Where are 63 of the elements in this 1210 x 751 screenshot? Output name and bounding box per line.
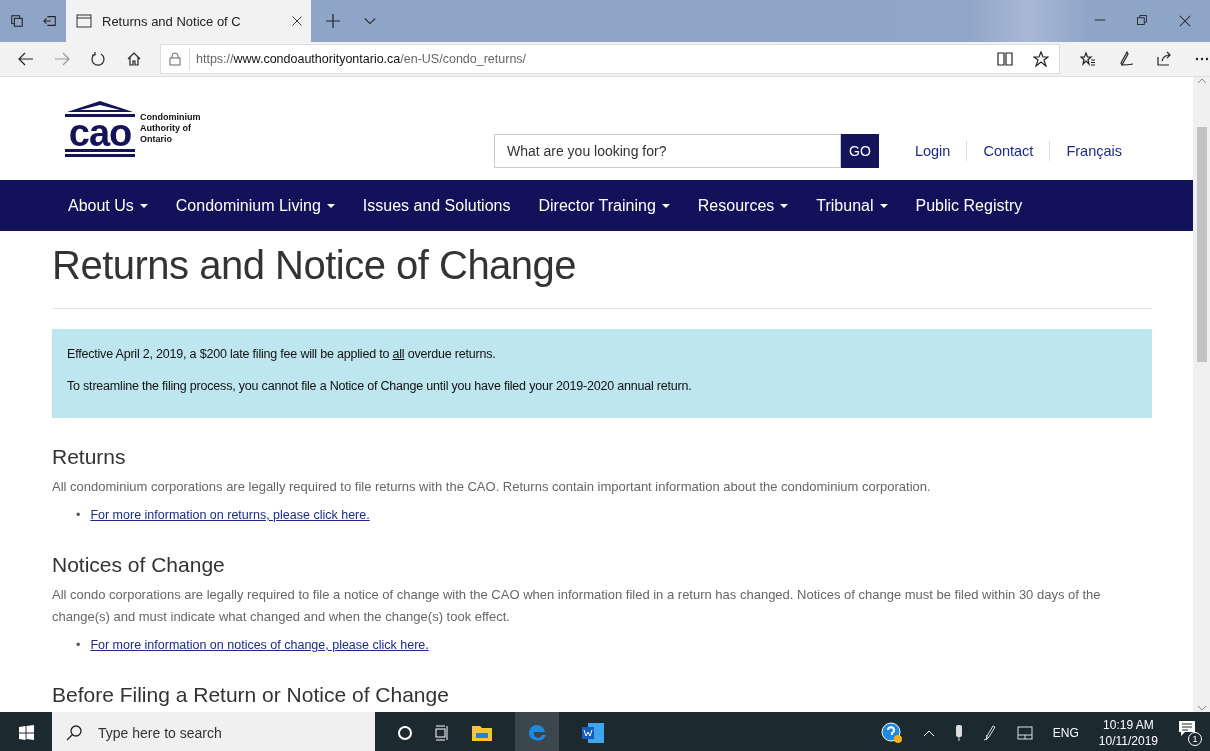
nav-item[interactable]: Resources	[697, 196, 789, 215]
notification-button[interactable]: 1	[1178, 719, 1202, 746]
help-icon[interactable]	[880, 721, 903, 744]
notice-text: To streamline the filing process, you cannot file a Notice of Change until you have filed your 2019-2020 annual return.	[67, 379, 693, 393]
page-title: Returns and Notice of Change	[52, 242, 578, 289]
new-tab-icon[interactable]	[325, 13, 341, 29]
refresh-icon[interactable]	[90, 51, 106, 67]
restore-icon[interactable]	[1136, 14, 1148, 26]
browser-tab[interactable]: Returns and Notice of C	[66, 0, 311, 42]
bullet: •	[76, 507, 81, 524]
header-link[interactable]: Contact	[966, 140, 1050, 161]
cortana-icon[interactable]	[397, 724, 413, 741]
scroll-up-icon[interactable]	[1196, 77, 1207, 85]
reading-view-icon[interactable]	[997, 51, 1013, 67]
scrollbar-thumb[interactable]	[1196, 127, 1207, 362]
page-icon	[76, 14, 92, 28]
tabs-icon[interactable]	[9, 14, 24, 28]
nav-item[interactable]: Public Registry	[915, 196, 1023, 215]
task-view-icon[interactable]	[435, 724, 449, 741]
close-icon[interactable]	[1178, 14, 1192, 28]
taskbar-search-field[interactable]: Type here to search	[96, 723, 350, 742]
search-field[interactable]: What are you looking for?	[493, 133, 841, 168]
section-heading: Notices of Change	[52, 552, 226, 578]
nav-item[interactable]: Issues and Solutions	[362, 196, 511, 215]
nav-item[interactable]: About Us	[68, 196, 148, 215]
bullet: •	[76, 637, 81, 654]
search-icon	[66, 724, 82, 741]
home-icon[interactable]	[126, 51, 142, 67]
section-text: All condominium corporations are legally required to file returns with the CAO. Returns contain important information about the condominium corporation.	[52, 478, 932, 496]
section-heading: Returns	[52, 444, 127, 470]
info-link[interactable]: For more information on returns, please click here.	[90, 504, 370, 526]
lock-icon	[169, 52, 181, 66]
language-indicator[interactable]: ENG	[1052, 725, 1079, 740]
folder-icon[interactable]	[471, 723, 493, 742]
chevron-up-icon[interactable]	[922, 728, 935, 737]
tab-aside-icon[interactable]	[42, 14, 57, 28]
word-icon[interactable]	[581, 721, 605, 744]
windows-icon[interactable]	[18, 725, 34, 740]
forward-icon[interactable]	[54, 51, 70, 67]
scrollbar[interactable]	[1193, 77, 1210, 712]
nav-item[interactable]: Condominium Living	[175, 196, 335, 215]
favorites-icon[interactable]	[1080, 51, 1096, 67]
taskbar-search[interactable]: Type here to search	[52, 712, 375, 751]
clock[interactable]: 10:19 AM 10/11/2019	[1098, 716, 1158, 749]
microphone-icon[interactable]	[954, 723, 963, 742]
touchpad-icon[interactable]	[1016, 725, 1033, 740]
share-icon[interactable]	[1156, 51, 1172, 67]
pen-icon[interactable]	[1118, 51, 1134, 67]
section-text: All condo corporations are legally required to file a notice of change with the CAO when information filed in a return has changed. Notices of change must be filed within 30 days of the change(s) and must indicate what changed and when the change(s) took effect.	[52, 586, 1102, 626]
header-link[interactable]: Login	[898, 140, 967, 161]
back-icon[interactable]	[18, 51, 34, 67]
go-button[interactable]: GO	[840, 133, 879, 168]
nav-item[interactable]: Director Training	[538, 196, 670, 215]
header-link[interactable]: Français	[1049, 140, 1138, 161]
section-heading: Before Filing a Return or Notice of Change	[52, 682, 450, 708]
close-icon[interactable]	[291, 15, 303, 27]
notice-text: Effective April 2, 2019, a $200 late filing fee will be applied to all overdue returns.	[67, 347, 497, 361]
star-icon[interactable]	[1033, 51, 1049, 67]
scroll-down-icon[interactable]	[1196, 704, 1207, 712]
nav-item[interactable]: Tribunal	[816, 196, 888, 215]
info-link[interactable]: For more information on notices of change, please click here.	[90, 634, 429, 656]
address-bar[interactable]: https://www.condoauthorityontario.ca/en-US/condo_returns/	[160, 44, 1060, 74]
pen-icon[interactable]	[982, 724, 997, 741]
